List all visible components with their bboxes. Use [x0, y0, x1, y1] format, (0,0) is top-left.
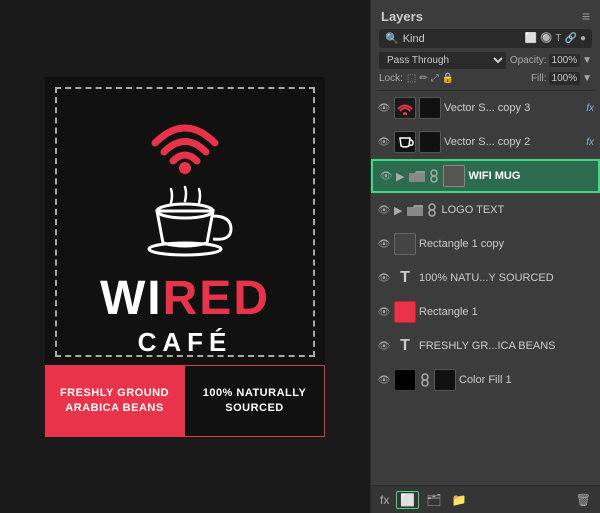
layer-item-wifi-mug[interactable]: 👁 ▶ WIFI MUG: [371, 159, 600, 193]
layer-item-colorfill[interactable]: 👁 Color Fill 1: [371, 363, 600, 397]
lock-icon-pen[interactable]: ✏: [419, 73, 427, 84]
eye-icon[interactable]: 👁: [377, 136, 391, 148]
layer-color-swatch: [434, 369, 456, 391]
layer-thumbnail: [394, 97, 416, 119]
chain-icon: [428, 169, 440, 183]
blend-bar: Pass Through Normal Multiply Opacity: 10…: [379, 52, 592, 69]
brand-cafe: CAFÉ: [138, 327, 233, 358]
opacity-value[interactable]: 100%: [549, 54, 581, 67]
fill-value[interactable]: 100%: [549, 72, 581, 85]
strip-left-text: FRESHLY GROUNDARABICA BEANS: [60, 386, 169, 415]
bottom-strip: FRESHLY GROUNDARABICA BEANS 100% NATURAL…: [45, 365, 325, 437]
chain-icon: [419, 373, 431, 387]
folder-icon: [409, 169, 425, 183]
lock-icon-rect[interactable]: ⬚: [407, 73, 416, 84]
toolbar-folder-icon[interactable]: 🗂: [423, 491, 444, 509]
toolbar-fx-icon[interactable]: fx: [377, 491, 392, 509]
strip-left: FRESHLY GROUNDARABICA BEANS: [45, 365, 184, 437]
layer-thumbnail: [394, 301, 416, 323]
layer-name: FRESHLY GR...ICA BEANS: [419, 340, 594, 352]
layer-item-logo-text[interactable]: 👁 ▶ LOGO TEXT: [371, 193, 600, 227]
toolbar-delete-icon[interactable]: 🗑: [573, 491, 594, 509]
layer-item-rect1[interactable]: 👁 Rectangle 1: [371, 295, 600, 329]
blend-mode-select[interactable]: Pass Through Normal Multiply: [379, 52, 506, 69]
brand-text: WIRED: [100, 275, 270, 323]
panel-title: Layers: [381, 9, 423, 24]
eye-icon[interactable]: 👁: [377, 340, 391, 352]
search-icon-dot[interactable]: ●: [580, 33, 586, 44]
toolbar-new-group-icon[interactable]: 📁: [449, 491, 470, 509]
layer-item-rect-copy[interactable]: 👁 Rectangle 1 copy: [371, 227, 600, 261]
eye-icon[interactable]: 👁: [377, 204, 391, 216]
panel-header: Layers ≡: [371, 0, 600, 29]
layer-fx-badge: fx: [586, 103, 594, 114]
toolbar-circle-icon[interactable]: ⬜: [396, 491, 419, 509]
layer-thumbnail: [443, 165, 465, 187]
search-icon-rect[interactable]: ⬜: [524, 33, 536, 44]
layer-item-text1[interactable]: 👁 T 100% NATU...Y SOURCED: [371, 261, 600, 295]
layers-list[interactable]: 👁 Vector S... copy 3 fx 👁 Vector S... co…: [371, 91, 600, 485]
search-kind-label[interactable]: Kind: [403, 33, 425, 45]
layer-item[interactable]: 👁 Vector S... copy 2 fx: [371, 125, 600, 159]
search-icon-type[interactable]: T: [555, 33, 561, 44]
layers-toolbar: fx ⬜ 🗂 📁 🗑: [371, 485, 600, 513]
search-icon: 🔍: [385, 32, 399, 45]
layer-name: WIFI MUG: [468, 170, 592, 182]
brand-red-text: RED: [163, 272, 270, 325]
eye-icon[interactable]: 👁: [377, 102, 391, 114]
brand-wired: WIRED: [100, 275, 270, 323]
layer-thumbnail: [394, 131, 416, 153]
layer-name: Color Fill 1: [459, 374, 594, 386]
lock-label: Lock:: [379, 73, 403, 84]
eye-icon[interactable]: 👁: [379, 170, 393, 182]
fill-label: Fill:: [531, 73, 547, 84]
layer-mask-thumb: [419, 131, 441, 153]
folder-icon: [407, 203, 423, 217]
strip-right-text: 100% NATURALLYSOURCED: [203, 386, 307, 415]
collapse-arrow[interactable]: ▶: [394, 204, 402, 217]
eye-icon[interactable]: 👁: [377, 272, 391, 284]
search-icon-link[interactable]: 🔗: [565, 33, 577, 44]
layer-mask-thumb: [419, 97, 441, 119]
layer-item-text2[interactable]: 👁 T FRESHLY GR...ICA BEANS: [371, 329, 600, 363]
lock-icon-move[interactable]: ⤢: [431, 73, 439, 84]
layer-thumbnail: [394, 369, 416, 391]
fill-chevron: ▼: [582, 73, 592, 84]
strip-right: 100% NATURALLYSOURCED: [184, 365, 325, 437]
layer-name: Rectangle 1 copy: [419, 238, 594, 250]
layer-fx-badge: fx: [586, 137, 594, 148]
opacity-chevron: ▼: [582, 55, 592, 66]
chain-icon: [426, 203, 438, 217]
lock-bar: Lock: ⬚ ✏ ⤢ 🔒 Fill: 100% ▼: [379, 72, 592, 85]
panel-menu-icon[interactable]: ≡: [582, 8, 590, 24]
brand-wi: WI: [100, 272, 163, 325]
collapse-arrow[interactable]: ▶: [396, 170, 404, 183]
layer-name: 100% NATU...Y SOURCED: [419, 272, 594, 284]
layer-name: LOGO TEXT: [441, 204, 594, 216]
search-icons: ⬜ 🔘 T 🔗 ●: [524, 33, 586, 44]
search-bar[interactable]: 🔍 Kind ⬜ 🔘 T 🔗 ●: [379, 29, 592, 48]
coffee-mug: [135, 181, 235, 261]
lock-icons: ⬚ ✏ ⤢ 🔒: [407, 73, 454, 84]
layers-panel: Layers ≡ 🔍 Kind ⬜ 🔘 T 🔗 ● Pass Through N…: [370, 0, 600, 513]
opacity-label: Opacity:: [510, 55, 547, 66]
layer-type-icon: T: [394, 267, 416, 289]
opacity-section: Opacity: 100% ▼: [510, 54, 592, 67]
search-icon-circle[interactable]: 🔘: [540, 33, 552, 44]
lock-icon-lock[interactable]: 🔒: [442, 73, 454, 84]
design-card: WIRED CAFÉ FRESHLY GROUNDARABICA BEANS 1…: [45, 77, 325, 437]
eye-icon[interactable]: 👁: [377, 306, 391, 318]
layer-thumbnail: [394, 233, 416, 255]
eye-icon[interactable]: 👁: [377, 238, 391, 250]
eye-icon[interactable]: 👁: [377, 374, 391, 386]
layer-name: Rectangle 1: [419, 306, 594, 318]
layer-name: Vector S... copy 2: [444, 136, 583, 148]
wifi-icon: [140, 105, 230, 175]
layer-item[interactable]: 👁 Vector S... copy 3 fx: [371, 91, 600, 125]
layer-type-icon: T: [394, 335, 416, 357]
canvas-area: WIRED CAFÉ FRESHLY GROUNDARABICA BEANS 1…: [0, 0, 370, 513]
fill-section: Fill: 100% ▼: [531, 72, 592, 85]
layer-name: Vector S... copy 3: [444, 102, 583, 114]
